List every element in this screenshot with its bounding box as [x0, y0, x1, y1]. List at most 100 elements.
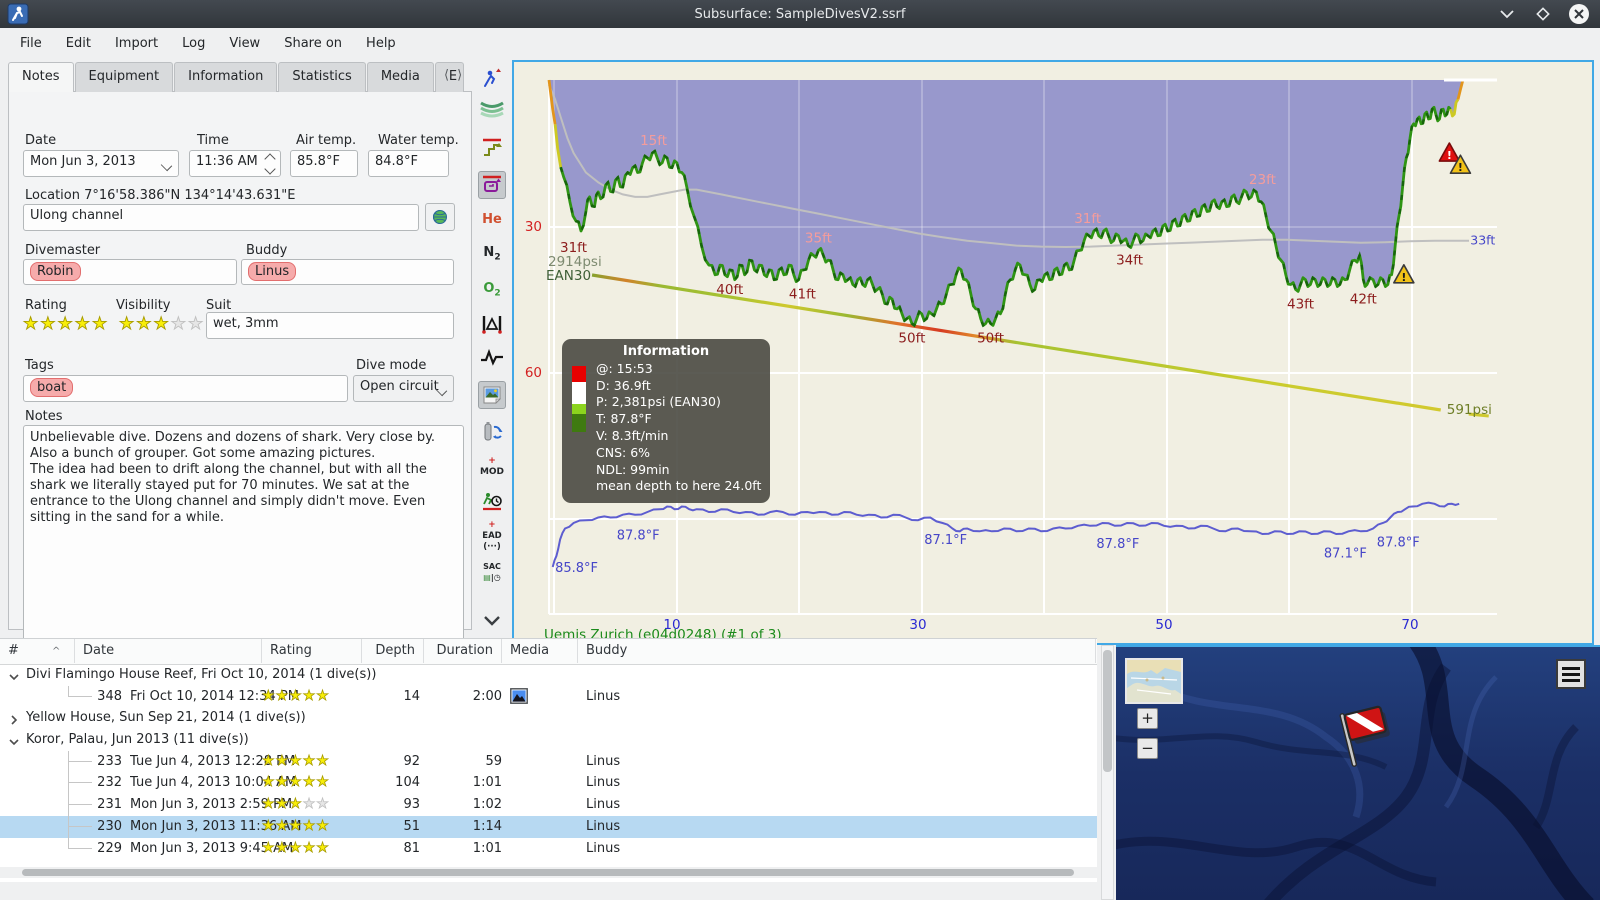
helium-graph-icon[interactable]: He — [478, 205, 506, 233]
dc-reported-ceiling-icon[interactable] — [478, 171, 506, 199]
dive-row[interactable]: 230 Mon Jun 3, 2013 11:36 AM ★★★★★ 51 1:14 Li… — [0, 815, 1097, 838]
dive-depth: 104 — [395, 775, 420, 791]
divemaster-label: Divemaster — [25, 243, 101, 258]
menu-help[interactable]: Help — [354, 31, 408, 56]
horizontal-scrollbar[interactable] — [0, 867, 1097, 878]
water-temp-field[interactable]: 84.8°F — [368, 150, 449, 177]
divemaster-field[interactable]: Robin — [23, 259, 237, 285]
trip-row[interactable]: Divi Flamingo House Reef, Fri Oct 10, 20… — [0, 664, 1097, 686]
divemaster-tag[interactable]: Robin — [30, 262, 81, 281]
collapse-caret-icon[interactable] — [9, 736, 19, 746]
menu-view[interactable]: View — [217, 31, 272, 56]
oxygen-graph-icon[interactable]: O2 — [478, 277, 506, 305]
dive-row[interactable]: 231 Mon Jun 3, 2013 2:59 PM ★★★★★ 93 1:02 Lin… — [0, 794, 1097, 816]
tab-media[interactable]: Media — [366, 62, 434, 92]
tooltip-line: T: 87.8°F — [596, 411, 652, 427]
svg-text:40ft: 40ft — [716, 282, 743, 298]
menu-edit[interactable]: Edit — [54, 31, 103, 56]
map-menu-button[interactable] — [1556, 659, 1586, 689]
menu-file[interactable]: File — [8, 31, 54, 56]
trip-row[interactable]: Yellow House, Sun Sep 21, 2014 (1 dive(s… — [0, 707, 1097, 729]
buddy-tag[interactable]: Linus — [248, 262, 297, 281]
ndl-tts-icon[interactable] — [478, 487, 506, 515]
waves-icon[interactable] — [478, 94, 506, 122]
scroll-down-icon[interactable] — [478, 607, 506, 635]
tissue-loading-icon[interactable] — [478, 310, 506, 338]
sac-rate-icon[interactable]: SAC ▤|◷ — [478, 558, 506, 586]
minimize-button[interactable] — [1496, 3, 1518, 25]
dive-depth: 51 — [403, 818, 420, 834]
expand-caret-icon[interactable] — [9, 714, 18, 725]
svg-text:87.8°F: 87.8°F — [617, 529, 660, 544]
notes-label: Notes — [25, 409, 63, 424]
location-field[interactable]: Ulong channel — [23, 204, 419, 231]
column-header-media[interactable]: Media — [502, 639, 578, 663]
globe-icon — [433, 210, 447, 224]
dive-list-header[interactable]: # ^ Date Rating Depth Duration Media Buddy — [0, 639, 1097, 665]
tooltip-line: D: 36.9ft — [596, 377, 651, 393]
tooltip-title: Information — [622, 344, 710, 359]
svg-text:87.8°F: 87.8°F — [1096, 537, 1139, 552]
tag-boat[interactable]: boat — [30, 378, 74, 397]
time-label: Time — [197, 133, 229, 148]
dive-profile-panel[interactable]: 85.8°F 87.8°F 87.1°F 87.8°F 87.1°F 87.8°F 10 30… — [512, 60, 1594, 645]
tab-equipment[interactable]: Equipment — [74, 62, 174, 92]
suit-field[interactable]: wet, 3mm — [206, 312, 454, 339]
mod-icon[interactable]: + MOD — [478, 453, 506, 481]
menu-import[interactable]: Import — [103, 31, 170, 56]
tags-field[interactable]: boat — [23, 375, 348, 402]
buddy-field[interactable]: Linus — [241, 259, 454, 285]
trip-row[interactable]: Koror, Palau, Jun 2013 (11 dive(s)) — [0, 729, 1097, 751]
vscroll-handle[interactable] — [1103, 650, 1112, 772]
heart-rate-icon[interactable] — [478, 343, 506, 371]
column-header-rating[interactable]: Rating — [262, 639, 362, 663]
tab-scroll-arrows[interactable]: ⟨⟩ — [444, 68, 470, 83]
column-header-depth[interactable]: Depth — [362, 639, 424, 663]
tab-statistics[interactable]: Statistics — [278, 62, 366, 92]
map-zoom-in-button[interactable]: + — [1137, 708, 1158, 729]
map-panel[interactable]: + − — [1116, 645, 1600, 900]
overview-map[interactable] — [1125, 658, 1183, 704]
column-header-buddy[interactable]: Buddy — [578, 639, 1096, 663]
tab-notes[interactable]: Notes — [8, 62, 74, 92]
dive-row[interactable]: 233 Tue Jun 4, 2013 12:28 PM ★★★★★ 92 59 Linu… — [0, 750, 1097, 773]
dive-row[interactable]: 348 Fri Oct 10, 2014 12:34 PM ★★★★★ 14 2:00 L… — [0, 685, 1097, 708]
date-field[interactable]: Mon Jun 3, 2013 — [23, 150, 179, 177]
nitrogen-graph-icon[interactable]: N2 — [478, 241, 506, 269]
globe-button[interactable] — [425, 203, 455, 231]
dive-rating: ★★★★★ — [262, 752, 330, 769]
tooltip-gas-swatch — [572, 366, 586, 432]
time-field[interactable]: 11:36 AM — [189, 150, 281, 177]
column-header-duration[interactable]: Duration — [424, 639, 502, 663]
air-temp-field[interactable]: 85.8°F — [290, 150, 358, 177]
dive-depth: 81 — [403, 840, 420, 856]
svg-text:15ft: 15ft — [640, 133, 667, 149]
maximize-button[interactable] — [1532, 3, 1554, 25]
close-button[interactable] — [1568, 3, 1590, 25]
column-header-date[interactable]: Date — [75, 639, 262, 663]
visibility-stars[interactable]: ★★★★★ — [119, 314, 205, 335]
menu-share-on[interactable]: Share on — [272, 31, 354, 56]
menu-log[interactable]: Log — [170, 31, 217, 56]
tooltip-line: P: 2,381psi (EAN30) — [596, 394, 721, 410]
dive-buddy: Linus — [586, 775, 621, 791]
calculated-ceiling-icon[interactable] — [478, 134, 506, 162]
column-header-num[interactable]: # ^ — [0, 639, 75, 663]
dive-mode-select[interactable]: Open circuit — [353, 375, 454, 402]
collapse-caret-icon[interactable] — [9, 671, 19, 681]
dive-list-scrollbar[interactable] — [1101, 645, 1114, 900]
dive-row[interactable]: 232 Tue Jun 4, 2013 10:04 AM ★★★★★ 104 1:01 L… — [0, 772, 1097, 795]
titlebar[interactable]: Subsurface: SampleDivesV2.ssrf — [0, 0, 1600, 28]
hscroll-handle[interactable] — [22, 869, 1074, 876]
time-spinner[interactable] — [264, 153, 276, 175]
dive-row[interactable]: 229 Mon Jun 3, 2013 9:45 AM ★★★★★ 81 1:01 Lin… — [0, 837, 1097, 860]
map-zoom-out-button[interactable]: − — [1137, 738, 1158, 759]
rating-stars[interactable]: ★★★★★ — [23, 314, 109, 335]
dive-computer-icon[interactable] — [478, 65, 506, 93]
ead-icon[interactable]: + EAD (···) — [478, 520, 506, 552]
photos-icon[interactable] — [478, 381, 506, 409]
notes-textarea[interactable] — [23, 425, 464, 649]
svg-text:EAN30: EAN30 — [546, 268, 591, 284]
tab-information[interactable]: Information — [174, 62, 278, 92]
tank-bar-icon[interactable] — [478, 417, 506, 445]
